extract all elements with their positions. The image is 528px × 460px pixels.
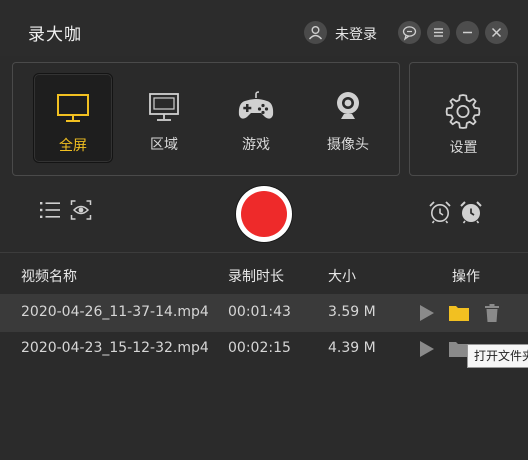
- preview-eye-icon[interactable]: [70, 199, 92, 225]
- mode-game[interactable]: 游戏: [217, 73, 295, 161]
- app-title: 录大咖: [28, 25, 82, 45]
- column-header-size: 大小: [328, 269, 356, 285]
- minimize-icon: [463, 31, 472, 34]
- scheduled-start-alarm-icon[interactable]: [428, 200, 452, 228]
- webcam-icon: [337, 92, 359, 119]
- hamburger-icon: [434, 28, 443, 37]
- mode-game-label: 游戏: [242, 137, 270, 153]
- play-icon[interactable]: [418, 339, 436, 363]
- empty-list-area: [0, 370, 528, 460]
- app-window: 录大咖 未登录 全屏 区域 游戏 摄像头 设置 视频名称 录制时长 大小 操作 …: [0, 0, 528, 460]
- gear-icon: [445, 94, 481, 129]
- scheduled-stop-alarm-icon[interactable]: [459, 200, 483, 228]
- capture-mode-panel: 全屏 区域 游戏 摄像头: [12, 62, 400, 176]
- video-name: 2020-04-23_15-12-32.mp4: [21, 340, 209, 356]
- user-icon[interactable]: [304, 21, 327, 44]
- mode-region-label: 区域: [150, 137, 178, 153]
- column-header-duration: 录制时长: [228, 269, 284, 285]
- folder-icon[interactable]: [448, 303, 470, 327]
- table-row[interactable]: 2020-04-23_15-12-32.mp4 00:02:15 4.39 M: [0, 330, 528, 368]
- trash-icon[interactable]: [484, 303, 500, 327]
- video-size: 3.59 M: [328, 304, 376, 320]
- mode-webcam[interactable]: 摄像头: [309, 73, 387, 161]
- video-size: 4.39 M: [328, 340, 376, 356]
- record-button[interactable]: [236, 186, 292, 242]
- feedback-button[interactable]: [398, 21, 421, 44]
- menu-button[interactable]: [427, 21, 450, 44]
- column-header-actions: 操作: [452, 269, 480, 285]
- open-folder-tooltip: 打开文件夹: [467, 344, 528, 368]
- mode-fullscreen[interactable]: 全屏: [33, 73, 113, 163]
- mode-fullscreen-label: 全屏: [59, 138, 87, 154]
- minimize-button[interactable]: [456, 21, 479, 44]
- mode-region[interactable]: 区域: [125, 73, 203, 161]
- table-row[interactable]: 2020-04-26_11-37-14.mp4 00:01:43 3.59 M: [0, 294, 528, 332]
- settings-button[interactable]: 设置: [409, 62, 518, 176]
- video-duration: 00:01:43: [228, 304, 291, 320]
- monitor-icon: [57, 94, 89, 122]
- gamepad-icon: [238, 91, 274, 119]
- column-header-name: 视频名称: [21, 269, 77, 285]
- region-icon: [149, 93, 179, 121]
- mode-webcam-label: 摄像头: [327, 137, 369, 153]
- close-icon: [491, 27, 502, 38]
- video-name: 2020-04-26_11-37-14.mp4: [21, 304, 209, 320]
- record-dot-icon: [241, 191, 287, 237]
- settings-label: 设置: [449, 140, 478, 156]
- section-divider: [0, 252, 528, 253]
- list-view-icon[interactable]: [39, 200, 61, 224]
- video-duration: 00:02:15: [228, 340, 291, 356]
- close-button[interactable]: [485, 21, 508, 44]
- title-bar[interactable]: 录大咖 未登录: [0, 0, 528, 56]
- chat-bubble-icon: [402, 26, 417, 41]
- play-icon[interactable]: [418, 303, 436, 327]
- login-status[interactable]: 未登录: [335, 24, 377, 44]
